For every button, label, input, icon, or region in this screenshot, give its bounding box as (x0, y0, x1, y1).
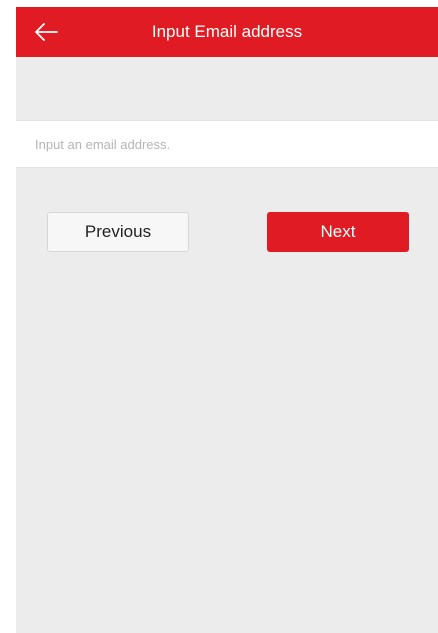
next-button[interactable]: Next (267, 212, 409, 252)
previous-button[interactable]: Previous (47, 212, 189, 252)
email-input-row (16, 120, 438, 168)
back-button[interactable] (28, 14, 64, 50)
email-input[interactable] (16, 121, 438, 167)
page-title: Input Email address (151, 22, 303, 41)
email-screen: Input Email address Previous Next (16, 7, 438, 633)
header-bar: Input Email address (16, 7, 438, 57)
arrow-left-icon (35, 23, 58, 41)
